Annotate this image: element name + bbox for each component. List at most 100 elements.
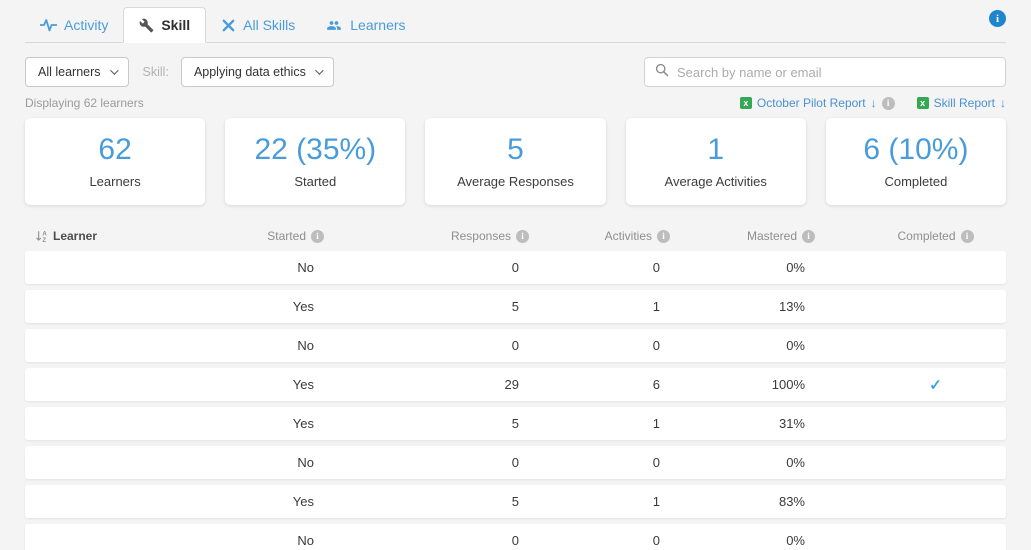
cell-mastered: 0% bbox=[786, 260, 805, 275]
column-label: Activities bbox=[604, 229, 652, 243]
learner-table: No000%Yes5113%No000%Yes296100%Yes5131%No… bbox=[25, 251, 1006, 550]
stat-card: 22 (35%) Started bbox=[225, 118, 406, 205]
cell-mastered: 83% bbox=[778, 494, 805, 509]
column-label: Completed bbox=[897, 229, 956, 243]
column-header-started: Started bbox=[255, 229, 324, 243]
table-row[interactable]: Yes 5 1 83% bbox=[25, 485, 1006, 518]
crossed-tools-icon bbox=[221, 18, 236, 33]
stat-card: 5 Average Responses bbox=[425, 118, 606, 205]
meta-row: Displaying 62 learners October Pilot Rep… bbox=[25, 96, 1006, 110]
stat-label: Average Responses bbox=[457, 174, 574, 189]
cell-started: Yes bbox=[292, 377, 314, 392]
info-icon[interactable] bbox=[802, 229, 815, 243]
column-header-learner[interactable]: A Z Learner bbox=[25, 229, 255, 243]
stat-value: 22 (35%) bbox=[254, 133, 377, 166]
stat-card: 62 Learners bbox=[25, 118, 206, 205]
info-icon[interactable] bbox=[960, 229, 974, 243]
cell-mastered: 0% bbox=[786, 338, 805, 353]
chevron-down-icon bbox=[314, 66, 324, 75]
skill-filter-dropdown[interactable]: Applying data ethics bbox=[180, 57, 334, 87]
column-header-activities: Activities bbox=[529, 229, 670, 243]
filter-row: All learners Skill: Applying data ethics bbox=[25, 57, 1006, 87]
learners-filter-dropdown[interactable]: All learners bbox=[25, 57, 129, 87]
column-header-completed: Completed bbox=[815, 229, 1006, 243]
cell-started: No bbox=[297, 338, 314, 353]
stat-value: 1 bbox=[707, 133, 725, 166]
table-row[interactable]: No 0 0 0% bbox=[25, 524, 1006, 550]
stat-value: 62 bbox=[98, 133, 132, 166]
table-row[interactable]: No 0 0 0% bbox=[25, 446, 1006, 479]
cell-activities: 6 bbox=[652, 377, 660, 392]
cell-responses: 0 bbox=[511, 338, 519, 353]
stat-card: 6 (10%) Completed bbox=[825, 118, 1007, 205]
info-icon[interactable] bbox=[657, 229, 670, 243]
search-icon bbox=[655, 63, 669, 82]
column-label: Started bbox=[267, 229, 306, 243]
tab-all-skills[interactable]: All Skills bbox=[206, 8, 310, 42]
report-label: Skill Report bbox=[933, 96, 995, 110]
stat-label: Learners bbox=[89, 174, 141, 189]
table-row[interactable]: Yes 29 6 100% bbox=[25, 368, 1006, 401]
tab-label: Skill bbox=[161, 17, 191, 33]
tab-label: Learners bbox=[350, 17, 406, 33]
column-label: Responses bbox=[450, 229, 511, 243]
cell-started: No bbox=[297, 260, 314, 275]
cell-mastered: 0% bbox=[786, 455, 805, 470]
skill-filter-value: Applying data ethics bbox=[193, 65, 306, 79]
column-header-responses: Responses bbox=[324, 229, 529, 243]
people-icon bbox=[325, 18, 343, 33]
cell-responses: 0 bbox=[511, 533, 519, 548]
tab-bar: Activity Skill All Skills Learners bbox=[25, 0, 1006, 43]
table-row[interactable]: Yes 5 1 31% bbox=[25, 407, 1006, 440]
tab-skill[interactable]: Skill bbox=[123, 7, 207, 43]
table-row[interactable]: No 0 0 0% bbox=[25, 329, 1006, 362]
cell-activities: 0 bbox=[652, 260, 660, 275]
stat-label: Completed bbox=[884, 174, 948, 189]
svg-text:Z: Z bbox=[42, 237, 46, 243]
cell-activities: 1 bbox=[652, 494, 660, 509]
october-pilot-report-link[interactable]: October Pilot Report bbox=[739, 96, 895, 110]
tab-activity[interactable]: Activity bbox=[25, 8, 123, 42]
cell-started: Yes bbox=[292, 416, 314, 431]
stat-value: 5 bbox=[507, 133, 524, 166]
stat-value: 6 (10%) bbox=[863, 133, 969, 166]
cell-started: No bbox=[297, 455, 314, 470]
table-row[interactable]: Yes 5 1 13% bbox=[25, 290, 1006, 323]
column-header-mastered: Mastered bbox=[670, 229, 815, 243]
cell-started: No bbox=[297, 533, 314, 548]
completed-check-icon bbox=[929, 377, 942, 394]
info-icon[interactable] bbox=[516, 229, 529, 243]
learners-filter-value: All learners bbox=[38, 65, 101, 79]
cell-mastered: 100% bbox=[771, 377, 805, 392]
cell-activities: 1 bbox=[652, 416, 660, 431]
table-header: AZ Learner Started Responses Activities Maste… bbox=[25, 223, 1006, 251]
stats-row: 62 Learners 22 (35%) Started 5 Average Respon… bbox=[25, 118, 1007, 205]
cell-responses: 0 bbox=[511, 455, 519, 470]
tab-learners[interactable]: Learners bbox=[310, 8, 420, 42]
stat-card: 1 Average Activities bbox=[625, 118, 806, 205]
chevron-down-icon bbox=[109, 66, 119, 75]
cell-responses: 5 bbox=[511, 299, 519, 314]
displaying-count: Displaying 62 learners bbox=[25, 96, 144, 110]
tab-label: All Skills bbox=[243, 17, 296, 33]
info-icon[interactable] bbox=[311, 229, 324, 243]
tab-label: Activity bbox=[64, 17, 109, 33]
skill-report-link[interactable]: Skill Report bbox=[916, 96, 1006, 110]
cell-responses: 29 bbox=[504, 377, 519, 392]
info-icon[interactable] bbox=[881, 96, 895, 110]
cell-completed bbox=[815, 376, 1006, 394]
cell-responses: 5 bbox=[511, 494, 519, 509]
skill-dashboard-page: Activity Skill All Skills Learners All l… bbox=[25, 0, 1007, 550]
stat-label: Average Activities bbox=[664, 174, 767, 189]
column-label: Learner bbox=[53, 229, 98, 243]
cell-mastered: 13% bbox=[778, 299, 805, 314]
download-icon bbox=[871, 96, 877, 110]
cell-activities: 0 bbox=[652, 455, 660, 470]
search-input[interactable] bbox=[677, 64, 995, 80]
search-box[interactable] bbox=[644, 57, 1006, 87]
table-row[interactable]: No 0 0 0% bbox=[25, 251, 1006, 284]
cell-responses: 0 bbox=[511, 260, 519, 275]
cell-responses: 5 bbox=[511, 416, 519, 431]
page-info-icon[interactable] bbox=[989, 10, 1006, 27]
cell-started: Yes bbox=[292, 299, 314, 314]
